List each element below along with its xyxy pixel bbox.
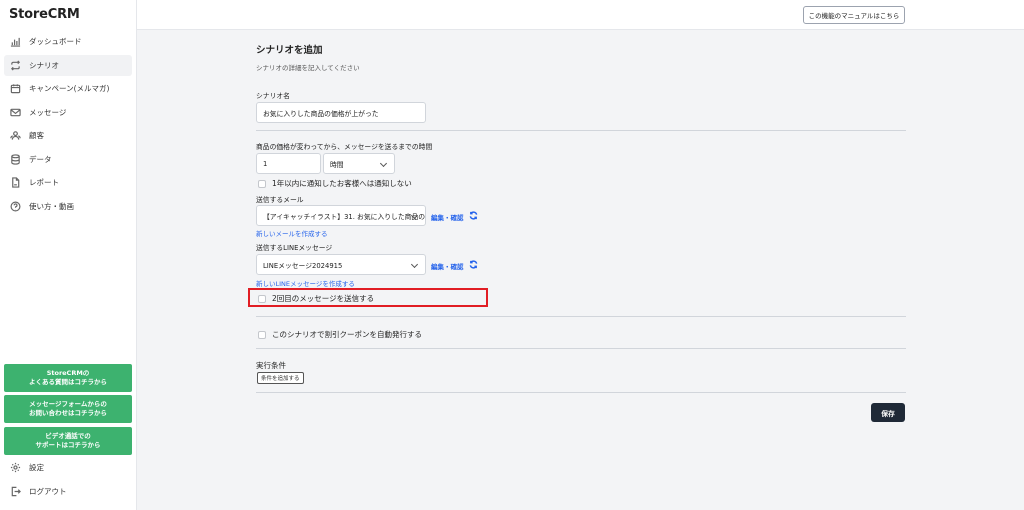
line-select[interactable]: LINEメッセージ2024915 [256, 254, 426, 275]
refresh-icon[interactable] [469, 260, 478, 269]
database-icon [9, 153, 21, 165]
sidebar-bottom-nav: 設定 ログアウト [4, 457, 132, 504]
sidebar-item-settings[interactable]: 設定 [4, 457, 132, 478]
sidebar-item-logout[interactable]: ログアウト [4, 481, 132, 502]
second-message-label: 2回目のメッセージを送信する [272, 294, 375, 303]
sidebar: StoreCRM ダッシュボード シナリオ キャンペーン(メルマガ) メッセージ [0, 0, 137, 510]
sidebar-item-label: シナリオ [29, 60, 59, 70]
calendar-icon [9, 83, 21, 95]
add-condition-button[interactable]: 条件を追加する [257, 372, 304, 384]
wait-time-label: 商品の価格が変わってから、メッセージを送るまでの時間 [256, 143, 433, 151]
gear-icon [9, 462, 21, 474]
mail-label: 送信するメール [256, 196, 304, 204]
save-button[interactable]: 保存 [871, 403, 905, 422]
coupon-checkbox-row[interactable]: このシナリオで割引クーポンを自動発行する [258, 329, 422, 340]
divider [256, 348, 906, 349]
sidebar-item-scenario[interactable]: シナリオ [4, 54, 132, 76]
sidebar-item-help[interactable]: 使い方・動画 [4, 196, 132, 217]
new-line-link[interactable]: 新しいLINEメッセージを作成する [256, 278, 355, 288]
sidebar-item-label: 使い方・動画 [29, 201, 74, 211]
scenario-name-input[interactable]: お気に入りした商品の価格が上がった [256, 102, 426, 123]
logout-icon [9, 485, 21, 497]
line-edit-link[interactable]: 編集・確認 [431, 261, 464, 271]
scenario-name-label: シナリオ名 [256, 92, 290, 100]
top-bar: この機能のマニュアルはこちら [137, 0, 1024, 30]
page-title: シナリオを追加 [256, 45, 323, 56]
line-label: 送信するLINEメッセージ [256, 244, 333, 252]
sidebar-nav: ダッシュボード シナリオ キャンペーン(メルマガ) メッセージ 顧客 データ レ… [4, 31, 132, 219]
line-select-value: LINEメッセージ2024915 [263, 261, 343, 270]
video-support-button[interactable]: ビデオ通話での サポートはコチラから [4, 427, 132, 455]
coupon-checkbox[interactable] [258, 330, 266, 339]
wait-unit-select[interactable]: 時間 [323, 153, 395, 174]
sidebar-item-report[interactable]: レポート [4, 172, 132, 193]
divider [256, 316, 906, 317]
scenario-form: シナリオを追加 シナリオの詳細を記入してください シナリオ名 お気に入りした商品… [248, 30, 906, 510]
chevron-down-icon [410, 260, 419, 269]
chevron-down-icon [379, 159, 388, 168]
mail-edit-link[interactable]: 編集・確認 [431, 212, 464, 222]
second-message-checkbox-row[interactable]: 2回目のメッセージを送信する [258, 293, 374, 304]
wait-unit-value: 時間 [330, 160, 344, 169]
sidebar-item-customers[interactable]: 顧客 [4, 125, 132, 146]
no-notify-checkbox[interactable] [258, 179, 266, 188]
sidebar-item-message[interactable]: メッセージ [4, 102, 132, 123]
file-icon [9, 177, 21, 189]
repeat-icon [9, 59, 21, 71]
sidebar-item-label: データ [29, 154, 52, 164]
bar-chart-icon [9, 36, 21, 48]
refresh-icon[interactable] [469, 211, 478, 220]
new-mail-link[interactable]: 新しいメールを作成する [256, 228, 328, 238]
mail-select[interactable]: 【アイキャッチイラスト】31. お気に入りした商品の値 [256, 205, 426, 226]
mail-icon [9, 106, 21, 118]
app-logo[interactable]: StoreCRM [9, 7, 80, 22]
sidebar-item-label: 設定 [29, 463, 44, 472]
manual-button[interactable]: この機能のマニュアルはこちら [803, 6, 905, 24]
sidebar-item-label: ログアウト [29, 486, 67, 496]
sidebar-item-campaign[interactable]: キャンペーン(メルマガ) [4, 78, 132, 99]
sidebar-item-data[interactable]: データ [4, 149, 132, 170]
sidebar-item-label: キャンペーン(メルマガ) [29, 84, 110, 93]
divider [256, 130, 906, 131]
mail-select-value: 【アイキャッチイラスト】31. お気に入りした商品の値 [263, 212, 426, 221]
sidebar-item-label: ダッシュボード [29, 37, 82, 46]
users-icon [9, 130, 21, 142]
page-subtitle: シナリオの詳細を記入してください [256, 64, 360, 72]
coupon-label: このシナリオで割引クーポンを自動発行する [272, 330, 422, 339]
divider [256, 392, 906, 393]
sidebar-item-dashboard[interactable]: ダッシュボード [4, 31, 132, 52]
question-icon [9, 200, 21, 212]
no-notify-checkbox-row[interactable]: 1年以内に通知したお客様へは通知しない [258, 178, 412, 189]
wait-time-input[interactable]: 1 [256, 153, 321, 174]
sidebar-item-label: レポート [29, 178, 59, 187]
contact-form-button[interactable]: メッセージフォームからの お問い合わせはコチラから [4, 395, 132, 423]
conditions-label: 実行条件 [256, 361, 286, 370]
faq-button[interactable]: StoreCRMの よくある質問はコチラから [4, 364, 132, 392]
second-message-checkbox[interactable] [258, 294, 266, 303]
sidebar-item-label: 顧客 [29, 131, 44, 140]
sidebar-item-label: メッセージ [29, 107, 67, 117]
no-notify-label: 1年以内に通知したお客様へは通知しない [272, 179, 412, 188]
